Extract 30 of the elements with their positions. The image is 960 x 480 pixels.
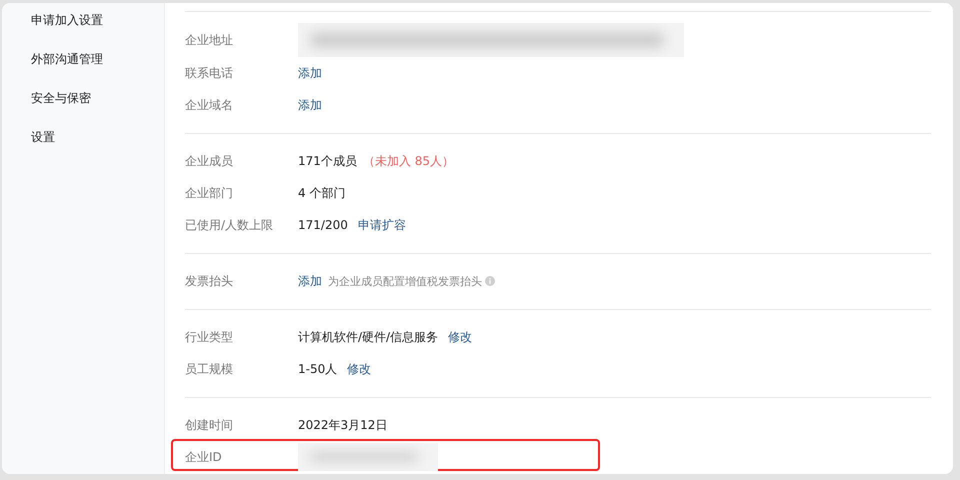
link[interactable]: 添加 [298,64,322,82]
field-label: 企业地址 [185,32,234,48]
field-label: 企业域名 [185,96,234,114]
field-label: 发票抬头 [185,272,234,290]
field-label: 联系电话 [185,64,234,82]
link[interactable]: 添加 [298,272,322,290]
sidebar-item[interactable]: 安全与保密 [2,89,164,128]
link[interactable]: 修改 [448,328,472,346]
link[interactable]: 申请扩容 [358,216,406,234]
sidebar-item[interactable]: 设置 [2,128,164,167]
field-label: 已使用/人数上限 [185,216,274,234]
field-value: 171个成员 [298,152,357,170]
field-value: 171/200 [298,218,348,232]
field-label: 行业类型 [185,328,234,346]
field-label: 企业ID [185,448,223,466]
sidebar-item[interactable]: 申请加入设置 [2,11,164,50]
field-value: 2022年3月12日 [298,416,388,434]
link[interactable]: 添加 [298,96,322,114]
field-value: 计算机软件/硬件/信息服务 [298,328,438,346]
warning-text: （未加入 85人） [362,152,454,170]
field-label: 员工规模 [185,360,234,378]
field-label: 创建时间 [185,416,234,434]
info-icon[interactable] [485,276,495,286]
field-value: 4 个部门 [298,184,346,202]
field-value: 1-50人 [298,360,338,378]
link[interactable]: 修改 [347,360,372,378]
sidebar-item[interactable]: 外部沟通管理 [2,50,164,89]
field-label: 企业成员 [185,152,234,170]
field-label: 企业部门 [185,184,234,202]
hint-text: 为企业成员配置增值税发票抬头 [328,274,482,288]
